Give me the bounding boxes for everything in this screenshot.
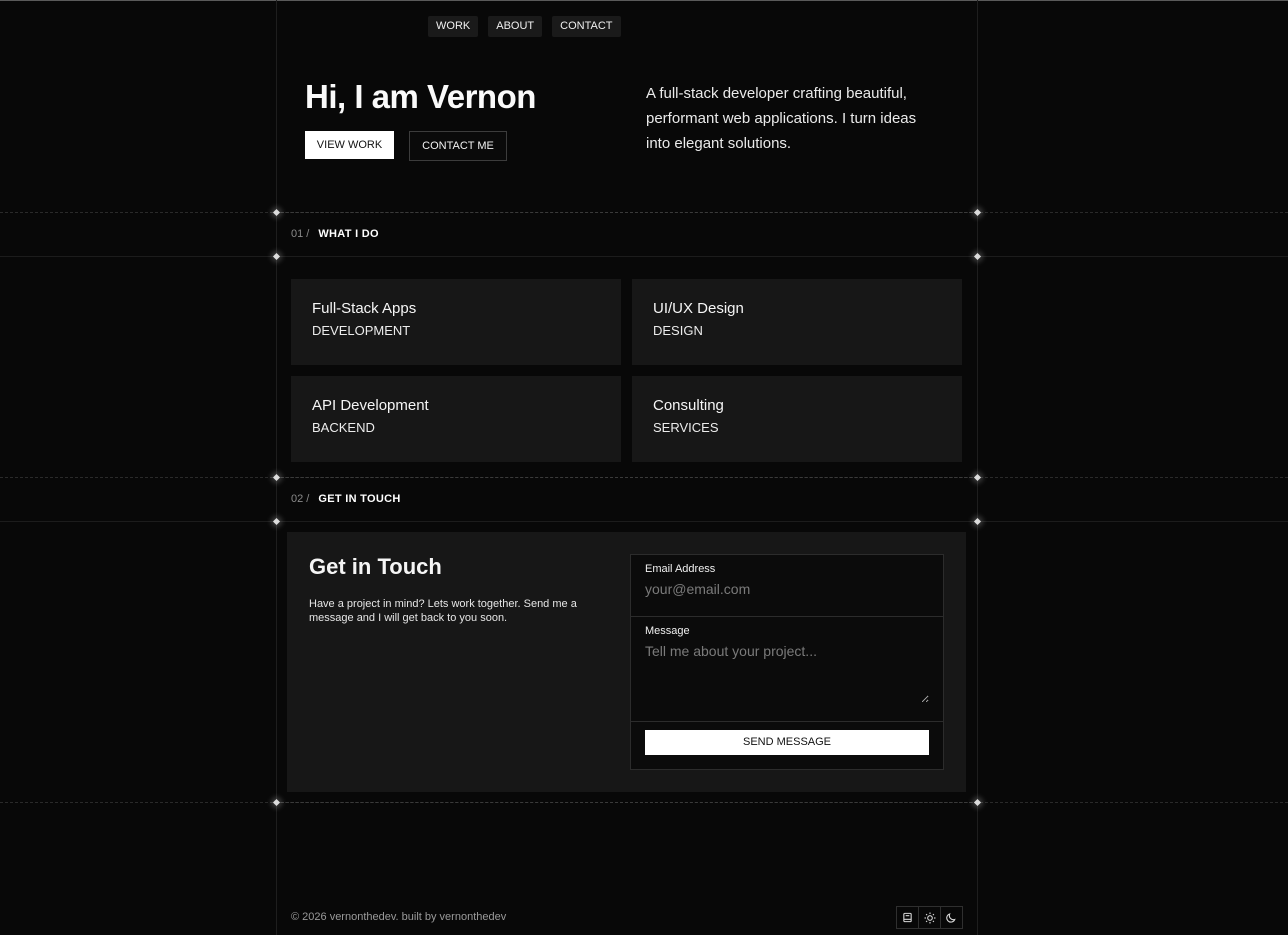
send-message-button[interactable]: SEND MESSAGE: [645, 730, 929, 755]
corner-marker: [272, 473, 281, 482]
contact-text: Have a project in mind? Lets work togeth…: [309, 598, 577, 624]
top-border: [0, 0, 1288, 1]
corner-marker: [272, 798, 281, 807]
contact-panel: Get in Touch Have a project in mind? Let…: [287, 532, 966, 792]
email-field-group: Email Address: [631, 555, 943, 617]
service-title: Consulting: [653, 397, 724, 414]
book-icon[interactable]: [897, 907, 919, 928]
nav-work[interactable]: WORK: [428, 16, 479, 37]
guide-line-left: [276, 0, 277, 935]
message-input[interactable]: [645, 643, 929, 703]
divider: [0, 212, 1288, 213]
service-title: API Development: [312, 397, 429, 414]
service-category: BACKEND: [312, 420, 375, 435]
corner-marker: [973, 208, 982, 217]
guide-line-right: [977, 0, 978, 935]
service-title: UI/UX Design: [653, 300, 744, 317]
contact-title: Get in Touch: [309, 554, 442, 579]
contact-me-button[interactable]: CONTACT ME: [409, 131, 507, 161]
service-category: DESIGN: [653, 323, 703, 338]
corner-marker: [272, 252, 281, 261]
divider: [0, 477, 1288, 478]
sun-icon[interactable]: [919, 907, 941, 928]
divider: [0, 256, 1288, 257]
service-card[interactable]: API Development BACKEND: [291, 376, 621, 462]
top-nav: WORK ABOUT CONTACT: [428, 16, 621, 37]
hero-title: Hi, I am Vernon: [305, 78, 536, 115]
corner-marker: [272, 517, 281, 526]
email-input[interactable]: [645, 581, 929, 597]
corner-marker: [973, 798, 982, 807]
section-title: GET IN TOUCH: [318, 493, 401, 505]
hero-description: A full-stack developer crafting beautifu…: [646, 85, 917, 152]
corner-marker: [973, 517, 982, 526]
divider: [0, 802, 1288, 803]
moon-icon[interactable]: [941, 907, 962, 928]
theme-toggle: [896, 906, 963, 929]
message-field-group: Message: [631, 617, 943, 722]
corner-marker: [272, 208, 281, 217]
service-card[interactable]: UI/UX Design DESIGN: [632, 279, 962, 365]
corner-marker: [973, 252, 982, 261]
section-title: WHAT I DO: [318, 228, 379, 240]
nav-contact[interactable]: CONTACT: [552, 16, 621, 37]
service-category: DEVELOPMENT: [312, 323, 411, 338]
section-number: 01 /: [291, 228, 310, 240]
email-label: Email Address: [645, 563, 716, 575]
service-card[interactable]: Consulting SERVICES: [632, 376, 962, 462]
message-label: Message: [645, 625, 690, 637]
nav-about[interactable]: ABOUT: [488, 16, 543, 37]
section-header-services: 01 / WHAT I DO: [291, 228, 379, 240]
service-card[interactable]: Full-Stack Apps DEVELOPMENT: [291, 279, 621, 365]
section-number: 02 /: [291, 493, 310, 505]
service-title: Full-Stack Apps: [312, 300, 417, 317]
view-work-button[interactable]: VIEW WORK: [305, 131, 394, 159]
service-category: SERVICES: [653, 420, 719, 435]
corner-marker: [973, 473, 982, 482]
contact-form: Email Address Message SEND MESSAGE: [630, 554, 944, 770]
section-header-contact: 02 / GET IN TOUCH: [291, 493, 401, 505]
divider: [0, 521, 1288, 522]
footer-copyright: © 2026 vernonthedev. built by vernonthed…: [291, 911, 507, 923]
